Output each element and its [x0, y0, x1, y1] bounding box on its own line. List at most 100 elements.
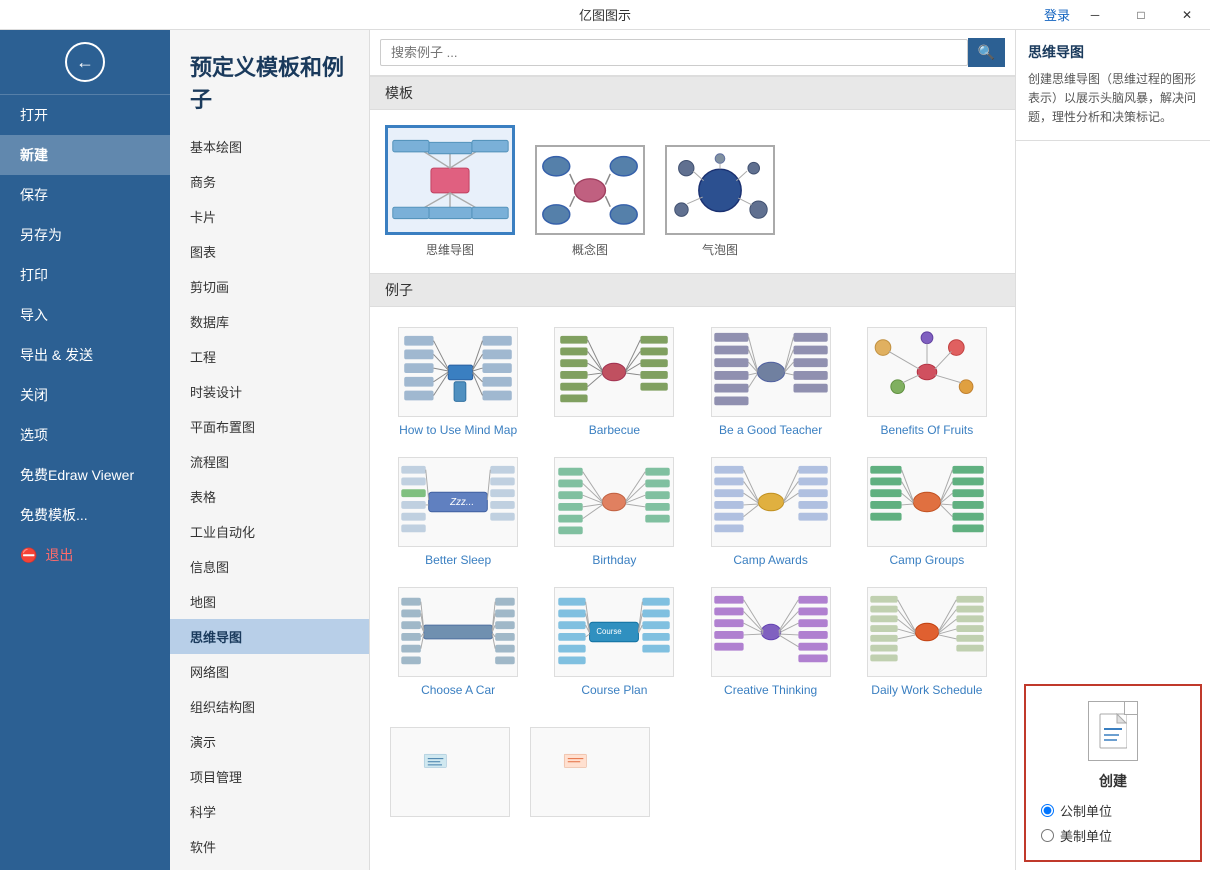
example-label-awards[interactable]: Camp Awards: [733, 553, 807, 567]
example-thumb-choosecar: [398, 587, 518, 677]
cat-network[interactable]: 网络图: [170, 654, 369, 689]
example-label-groups[interactable]: Camp Groups: [890, 553, 965, 567]
sidebar-item-print[interactable]: 打印: [0, 255, 170, 295]
example-howto[interactable]: How to Use Mind Map: [380, 317, 536, 447]
example-barbecue[interactable]: Barbecue: [536, 317, 692, 447]
cat-engineering[interactable]: 工程: [170, 339, 369, 374]
examples-grid: How to Use Mind Map: [370, 307, 1015, 717]
templates-row: 思维导图: [370, 110, 1015, 273]
cat-table[interactable]: 表格: [170, 479, 369, 514]
example-awards[interactable]: Camp Awards: [693, 447, 849, 577]
example-more2[interactable]: [520, 717, 660, 827]
cat-industrial[interactable]: 工业自动化: [170, 514, 369, 549]
example-groups[interactable]: Camp Groups: [849, 447, 1005, 577]
right-panel: 思维导图 创建思维导图（思维过程的图形表示）以展示头脑风暴，解决问题，理性分析和…: [1015, 30, 1210, 870]
sidebar-item-import[interactable]: 导入: [0, 295, 170, 335]
example-label-choosecar[interactable]: Choose A Car: [421, 683, 495, 697]
template-concept[interactable]: 概念图: [535, 145, 645, 258]
page-title: 预定义模板和例子: [170, 40, 369, 129]
example-label-courseplan[interactable]: Course Plan: [581, 683, 647, 697]
example-creative[interactable]: Creative Thinking: [693, 577, 849, 707]
sidebar-item-saveas[interactable]: 另存为: [0, 215, 170, 255]
example-thumb-barbecue: [554, 327, 674, 417]
unit-metric-option[interactable]: 公制单位: [1041, 801, 1185, 820]
sidebar-item-exit[interactable]: ⛔ 退出: [0, 535, 170, 575]
search-input[interactable]: [380, 39, 968, 66]
cat-software[interactable]: 软件: [170, 829, 369, 864]
sidebar: ← 打开 新建 保存 另存为 打印 导入 导出 & 发送 关闭 选项 免费Edr…: [0, 30, 170, 870]
login-button[interactable]: 登录: [1044, 5, 1070, 24]
cat-flowchart[interactable]: 流程图: [170, 444, 369, 479]
cat-infographic[interactable]: 信息图: [170, 549, 369, 584]
sidebar-item-templates[interactable]: 免费模板...: [0, 495, 170, 535]
example-thumb-creative: [711, 587, 831, 677]
cat-mindmap[interactable]: 思维导图: [170, 619, 369, 654]
cat-floorplan[interactable]: 平面布置图: [170, 409, 369, 444]
example-fruits[interactable]: Benefits Of Fruits: [849, 317, 1005, 447]
cat-chart[interactable]: 图表: [170, 234, 369, 269]
cat-presentation[interactable]: 演示: [170, 724, 369, 759]
cat-business[interactable]: 商务: [170, 164, 369, 199]
sidebar-item-new[interactable]: 新建: [0, 135, 170, 175]
example-label-creative[interactable]: Creative Thinking: [724, 683, 817, 697]
example-thumb-more2: [530, 727, 650, 817]
example-thumb-birthday: [554, 457, 674, 547]
unit-metric-label: 公制单位: [1060, 801, 1112, 820]
info-title: 思维导图: [1028, 42, 1198, 62]
example-more1[interactable]: [380, 717, 520, 827]
example-thumb-awards: [711, 457, 831, 547]
unit-imperial-radio[interactable]: [1041, 829, 1054, 842]
example-label-barbecue[interactable]: Barbecue: [589, 423, 640, 437]
maximize-button[interactable]: □: [1118, 0, 1164, 30]
example-thumb-groups: [867, 457, 987, 547]
cat-wireframe[interactable]: 线框图: [170, 864, 369, 870]
cat-fashion[interactable]: 时装设计: [170, 374, 369, 409]
create-icon: [1088, 701, 1138, 761]
unit-metric-radio[interactable]: [1041, 804, 1054, 817]
back-area: ←: [0, 30, 170, 95]
unit-imperial-option[interactable]: 美制单位: [1041, 826, 1185, 845]
example-thumb-howto: [398, 327, 518, 417]
sidebar-item-options[interactable]: 选项: [0, 415, 170, 455]
example-bettersleep[interactable]: Zzz... Better Sleep: [380, 447, 536, 577]
cat-science[interactable]: 科学: [170, 794, 369, 829]
sidebar-item-viewer[interactable]: 免费Edraw Viewer: [0, 455, 170, 495]
search-button[interactable]: 🔍: [968, 38, 1005, 67]
unit-imperial-label: 美制单位: [1060, 826, 1112, 845]
cat-basic[interactable]: 基本绘图: [170, 129, 369, 164]
example-thumb-dailywork: [867, 587, 987, 677]
example-choosecar[interactable]: Choose A Car: [380, 577, 536, 707]
sidebar-item-close[interactable]: 关闭: [0, 375, 170, 415]
template-mindmap[interactable]: 思维导图: [385, 125, 515, 258]
template-thumb-bubble: [665, 145, 775, 235]
example-dailywork[interactable]: Daily Work Schedule: [849, 577, 1005, 707]
example-label-dailywork[interactable]: Daily Work Schedule: [871, 683, 982, 697]
example-label-birthday[interactable]: Birthday: [592, 553, 636, 567]
search-bar: 🔍: [370, 30, 1015, 76]
sidebar-item-open[interactable]: 打开: [0, 95, 170, 135]
example-birthday[interactable]: Birthday: [536, 447, 692, 577]
sidebar-item-export[interactable]: 导出 & 发送: [0, 335, 170, 375]
example-label-fruits[interactable]: Benefits Of Fruits: [881, 423, 974, 437]
cat-project[interactable]: 项目管理: [170, 759, 369, 794]
cat-map[interactable]: 地图: [170, 584, 369, 619]
sidebar-item-save[interactable]: 保存: [0, 175, 170, 215]
category-panel: 预定义模板和例子 基本绘图 商务 卡片 图表 剪切画 数据库 工程 时装设计 平…: [170, 30, 370, 870]
close-button[interactable]: ✕: [1164, 0, 1210, 30]
example-label-bettersleep[interactable]: Better Sleep: [425, 553, 491, 567]
example-label-howto[interactable]: How to Use Mind Map: [399, 423, 517, 437]
content-area: 🔍 模板: [370, 30, 1015, 870]
example-courseplan[interactable]: Course Course Plan: [536, 577, 692, 707]
create-button[interactable]: 创建: [1099, 771, 1127, 791]
example-goodteacher[interactable]: Be a Good Teacher: [693, 317, 849, 447]
cat-org[interactable]: 组织结构图: [170, 689, 369, 724]
minimize-button[interactable]: ─: [1072, 0, 1118, 30]
create-section: 创建 公制单位 美制单位: [1024, 684, 1202, 862]
cat-card[interactable]: 卡片: [170, 199, 369, 234]
templates-section-header: 模板: [370, 76, 1015, 110]
template-bubble[interactable]: 气泡图: [665, 145, 775, 258]
back-button[interactable]: ←: [65, 42, 105, 82]
cat-database[interactable]: 数据库: [170, 304, 369, 339]
example-label-goodteacher[interactable]: Be a Good Teacher: [719, 423, 822, 437]
cat-clipart[interactable]: 剪切画: [170, 269, 369, 304]
